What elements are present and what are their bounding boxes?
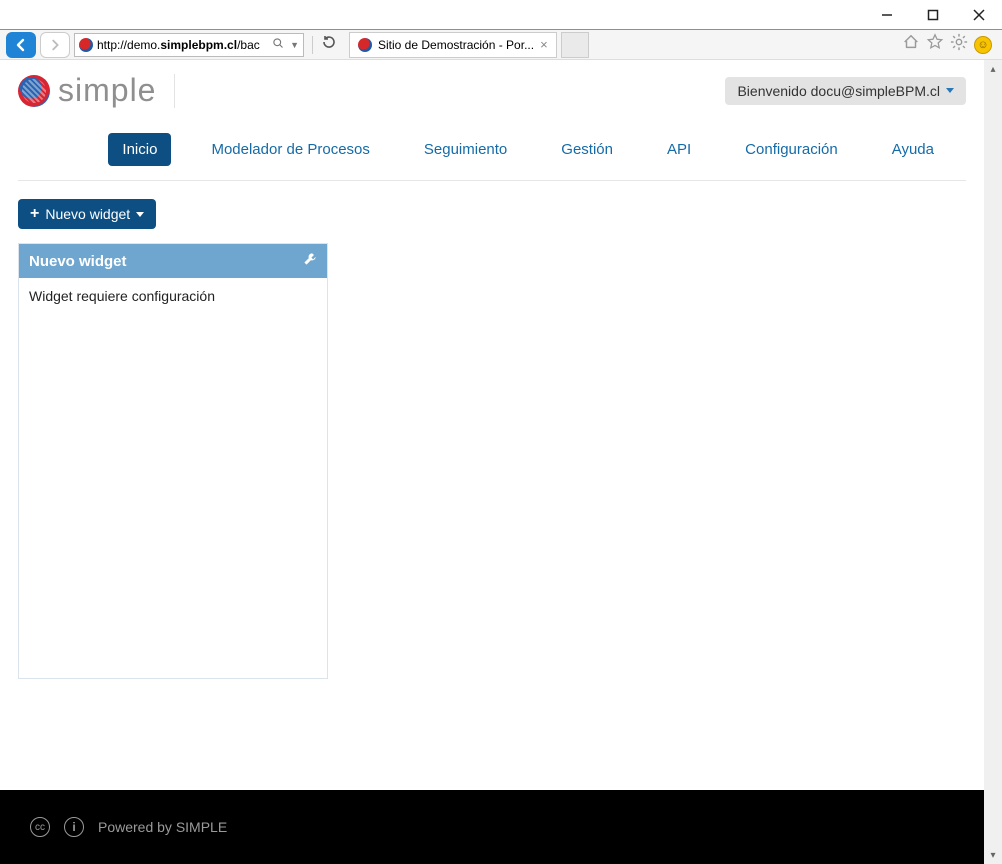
page-body: simple Bienvenido docu@simpleBPM.cl Inic… <box>0 60 984 864</box>
brand-logo[interactable]: simple <box>18 72 175 109</box>
new-widget-button[interactable]: + Nuevo widget <box>18 199 156 229</box>
main-nav: Inicio Modelador de Procesos Seguimiento… <box>18 115 966 181</box>
cc-license-icon[interactable]: cc <box>30 817 50 837</box>
tab-close-icon[interactable]: × <box>540 37 548 52</box>
dropdown-icon[interactable]: ▼ <box>290 40 299 50</box>
scroll-down-icon[interactable]: ▾ <box>984 846 1002 864</box>
tab-favicon-icon <box>358 38 372 52</box>
vertical-scrollbar[interactable]: ▴ ▾ <box>984 60 1002 864</box>
new-tab-button[interactable] <box>561 32 589 58</box>
nav-gestion[interactable]: Gestión <box>547 133 627 166</box>
page-header: simple Bienvenido docu@simpleBPM.cl <box>0 60 984 115</box>
home-icon[interactable] <box>902 33 920 56</box>
feedback-smiley-icon[interactable]: ☺ <box>974 36 992 54</box>
nav-seguimiento[interactable]: Seguimiento <box>410 133 521 166</box>
toolbar-separator <box>312 36 313 54</box>
chevron-down-icon <box>136 212 144 217</box>
browser-toolbar: http://demo.simplebpm.cl/bac ▼ Sitio de … <box>0 30 1002 60</box>
site-favicon-icon <box>79 38 93 52</box>
user-menu[interactable]: Bienvenido docu@simpleBPM.cl <box>725 77 966 105</box>
content-area: + Nuevo widget Nuevo widget Widget requi… <box>0 181 984 697</box>
address-bar[interactable]: http://demo.simplebpm.cl/bac ▼ <box>74 33 304 57</box>
nav-ayuda[interactable]: Ayuda <box>878 133 948 166</box>
plus-icon: + <box>30 206 39 222</box>
nav-inicio[interactable]: Inicio <box>108 133 171 166</box>
address-bar-text: http://demo.simplebpm.cl/bac <box>97 38 268 52</box>
search-icon[interactable] <box>272 37 284 52</box>
window-maximize-button[interactable] <box>910 0 956 30</box>
browser-tab-active[interactable]: Sitio de Demostración - Por... × <box>349 32 557 58</box>
tools-gear-icon[interactable] <box>950 33 968 56</box>
address-bar-controls: ▼ <box>272 37 299 52</box>
brand-divider <box>174 74 175 108</box>
browser-back-button[interactable] <box>6 32 36 58</box>
chevron-down-icon <box>946 88 954 93</box>
widget-body-text: Widget requiere configuración <box>29 288 215 304</box>
new-widget-button-label: Nuevo widget <box>45 206 130 222</box>
nav-configuracion[interactable]: Configuración <box>731 133 852 166</box>
nav-modelador[interactable]: Modelador de Procesos <box>197 133 383 166</box>
scroll-up-icon[interactable]: ▴ <box>984 60 1002 78</box>
brand-name: simple <box>58 72 156 109</box>
browser-forward-button[interactable] <box>40 32 70 58</box>
widget-header[interactable]: Nuevo widget <box>19 244 327 278</box>
brand-logo-icon <box>18 75 50 107</box>
widget-body: Widget requiere configuración <box>19 278 327 678</box>
widget-panel: Nuevo widget Widget requiere configuraci… <box>18 243 328 679</box>
tab-title: Sitio de Demostración - Por... <box>378 38 534 52</box>
window-close-button[interactable] <box>956 0 1002 30</box>
window-titlebar <box>0 0 1002 30</box>
nav-api[interactable]: API <box>653 133 705 166</box>
window-minimize-button[interactable] <box>864 0 910 30</box>
favorites-icon[interactable] <box>926 33 944 56</box>
widget-title: Nuevo widget <box>29 253 127 270</box>
page-footer: cc i Powered by SIMPLE <box>0 790 984 864</box>
footer-text[interactable]: Powered by SIMPLE <box>98 819 227 835</box>
user-greeting: Bienvenido docu@simpleBPM.cl <box>737 83 940 99</box>
refresh-button[interactable] <box>321 34 337 55</box>
wrench-icon[interactable] <box>303 252 317 270</box>
attribution-icon[interactable]: i <box>64 817 84 837</box>
